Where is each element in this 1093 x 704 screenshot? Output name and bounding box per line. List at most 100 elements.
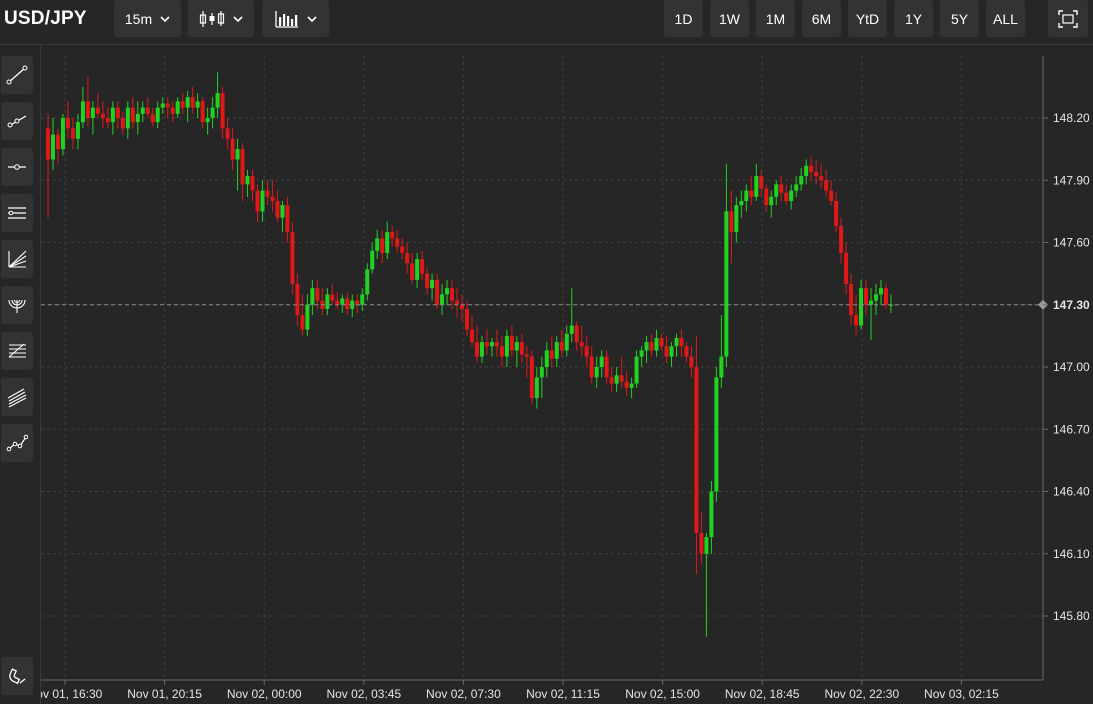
y-tick-label: 147.00 [1053,360,1090,374]
candle [345,292,350,316]
candle [669,342,674,367]
candle [120,111,125,135]
candle [794,176,799,197]
candle [250,169,255,201]
x-tick-label: Nov 02, 00:00 [227,687,302,701]
candle [599,350,604,378]
candle [754,163,759,201]
candle [644,335,649,363]
bar-chart-icon [274,10,298,28]
candle [834,192,839,233]
range-button-1y[interactable]: 1Y [894,0,933,37]
tool-fib-fan[interactable] [1,240,33,278]
candle [709,481,714,554]
candles [46,72,893,637]
candle [215,72,220,118]
drawing-tools-sidebar [0,45,41,704]
candle [664,335,669,363]
candle [85,76,90,127]
range-button-5y[interactable]: 5Y [940,0,979,37]
tool-trend-line[interactable] [1,56,33,94]
candle [355,294,360,314]
candle [310,279,315,316]
candle [440,284,445,316]
candle [175,97,180,118]
candle [784,184,789,206]
range-button-all[interactable]: ALL [986,0,1025,37]
candle [469,315,474,347]
candle [729,190,734,264]
candle [484,329,489,355]
candle [614,367,619,392]
candle [819,163,824,189]
chart-type-dropdown[interactable] [188,0,254,37]
y-tick-label: 147.60 [1053,236,1090,250]
range-button-1m[interactable]: 1M [756,0,795,37]
indicators-dropdown[interactable] [262,0,329,37]
candle [759,169,764,197]
candle [514,335,519,367]
candle [330,284,335,305]
candle [195,93,200,118]
chevron-down-icon [233,15,243,22]
candle [75,113,80,150]
candle [474,325,479,363]
candle [694,335,699,575]
tool-parallel-channel[interactable] [1,194,33,232]
candle [100,101,105,129]
candle [888,294,893,314]
candle [629,377,634,399]
tool-fib-arcs[interactable] [1,286,33,324]
candle [140,101,145,123]
trend-line-icon [6,65,28,85]
tool-magnet[interactable] [1,657,33,695]
candle [225,118,230,150]
candle [569,288,574,343]
range-button-ytd[interactable]: YtD [848,0,887,37]
tool-horizontal-line[interactable] [1,148,33,186]
candle [504,329,509,367]
candle [594,356,599,388]
candle [789,184,794,210]
range-button-6m[interactable]: 6M [802,0,841,37]
candle [405,242,410,274]
candle [255,184,260,222]
fullscreen-button[interactable] [1048,0,1088,37]
tool-ray[interactable] [1,102,33,140]
candle [689,346,694,378]
x-tick-label: Nov 02, 11:15 [526,687,600,701]
candle [649,333,654,357]
candle [764,184,769,212]
candle [375,230,380,260]
candlestick-chart[interactable]: 148.20 147.90 147.60 147.30 147.00 146.70 146.… [0,0,1093,704]
candle [90,101,95,135]
x-tick-label: Nov 02, 22:30 [824,687,899,701]
tool-path[interactable] [1,424,33,462]
range-button-1w[interactable]: 1W [710,0,749,37]
candle [634,350,639,388]
tool-fib-channel[interactable] [1,378,33,416]
range-button-1d[interactable]: 1D [664,0,703,37]
candle [155,101,160,129]
candle [539,356,544,399]
candle [320,288,325,316]
interval-dropdown[interactable]: 15m [114,0,181,37]
chevron-down-icon [160,15,170,22]
candle [509,325,514,357]
candle [70,118,75,150]
time-axis: Nov 01, 16:30 Nov 01, 20:15 Nov 02, 00:00 N… [28,680,999,701]
candle [95,93,100,118]
candle [824,169,829,197]
candle [220,86,225,139]
tool-fib-retracement[interactable] [1,332,33,370]
candle [524,346,529,378]
candle [624,371,629,397]
candle [719,315,724,388]
candle [65,101,70,139]
candle [844,242,849,295]
x-tick-label: Nov 03, 02:15 [924,687,999,701]
candle [479,335,484,363]
candle [869,288,874,341]
y-tick-label: 147.30 [1053,298,1090,312]
candle [769,190,774,218]
